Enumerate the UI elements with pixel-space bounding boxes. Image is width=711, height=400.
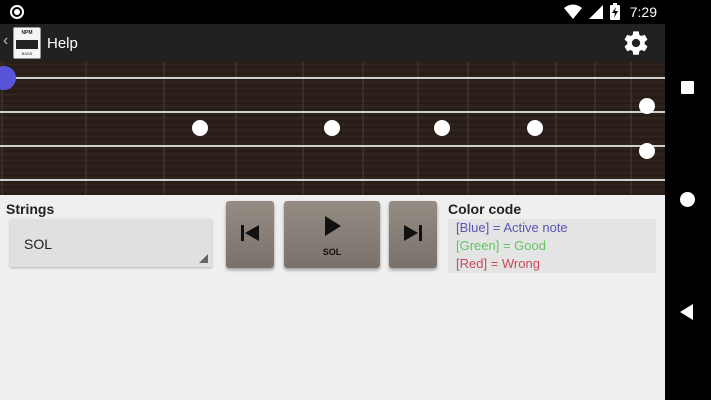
inlay-marker-fret-12-top: [639, 98, 655, 114]
controls-panel: Strings SOL SOL Color code [Blue] = Acti…: [0, 195, 665, 400]
strings-label: Strings: [6, 201, 55, 217]
record-icon: [10, 5, 24, 19]
gear-icon[interactable]: [622, 29, 650, 57]
inlay-marker-fret-5: [324, 120, 340, 136]
inlay-marker-fret-3: [192, 120, 208, 136]
color-code-title: Color code: [448, 201, 522, 217]
recents-square-icon[interactable]: [681, 81, 694, 94]
screen: 7:29 ‹ NPM BASS Help Strings SOL SOL Col…: [0, 0, 711, 400]
back-triangle-icon[interactable]: [680, 304, 693, 320]
fretboard-svg[interactable]: [0, 62, 665, 195]
logo-text-bottom: BASS: [21, 51, 33, 56]
page-title: Help: [47, 35, 78, 52]
legend-green: [Green] = Good: [456, 238, 546, 253]
clock: 7:29: [629, 3, 657, 20]
inlay-marker-fret-12-bottom: [639, 143, 655, 159]
skip-previous-icon: [241, 225, 259, 241]
chevron-left-icon[interactable]: ‹: [3, 32, 8, 50]
inlay-marker-fret-7: [434, 120, 450, 136]
skip-next-icon: [404, 225, 422, 241]
legend-red: [Red] = Wrong: [456, 256, 540, 271]
play-icon: [325, 216, 341, 236]
strings-dropdown[interactable]: SOL: [10, 219, 212, 267]
wifi-icon: [563, 4, 582, 19]
app-bar: ‹ NPM BASS Help: [0, 24, 665, 62]
logo-bar: [16, 40, 38, 49]
status-icons: 7:29: [563, 3, 657, 20]
color-code-legend: [Blue] = Active note [Green] = Good [Red…: [448, 219, 656, 273]
navigation-bar: [665, 0, 711, 400]
signal-icon: [588, 4, 603, 19]
inlay-marker-fret-9: [527, 120, 543, 136]
app-logo[interactable]: NPM BASS: [13, 27, 41, 59]
strings-selected-value: SOL: [24, 236, 53, 252]
previous-button[interactable]: [226, 201, 274, 268]
legend-blue: [Blue] = Active note: [456, 220, 568, 235]
status-bar: 7:29: [0, 0, 665, 24]
dropdown-corner-icon: [199, 254, 208, 263]
fretboard[interactable]: [0, 62, 665, 195]
home-circle-icon[interactable]: [680, 192, 695, 207]
battery-charging-icon: [609, 3, 620, 20]
play-button[interactable]: SOL: [284, 201, 380, 268]
logo-text-top: NPM: [21, 30, 33, 36]
play-note-label: SOL: [322, 247, 342, 257]
next-button[interactable]: [389, 201, 437, 268]
